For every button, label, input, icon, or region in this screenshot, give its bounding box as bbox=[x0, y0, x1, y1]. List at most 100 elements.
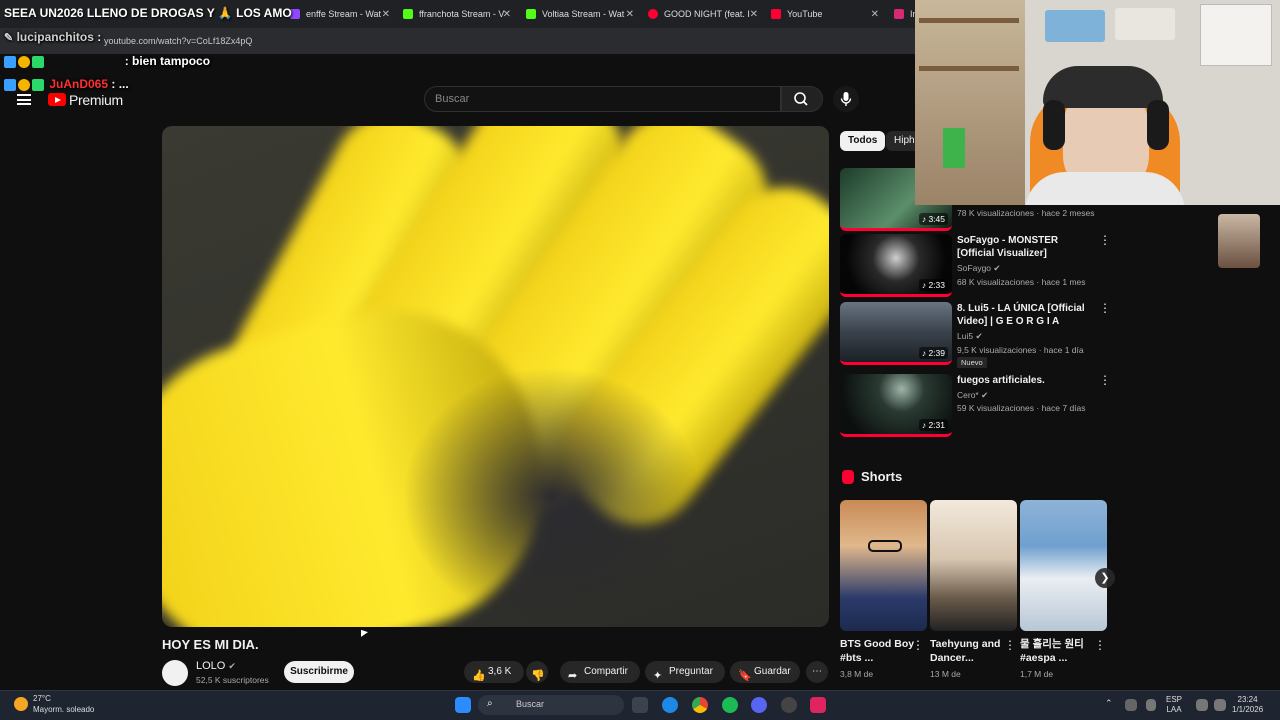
network-icon[interactable] bbox=[1196, 699, 1208, 711]
recommendation-thumbnail[interactable]: ♪ 2:33 bbox=[840, 234, 952, 297]
more-vert-icon[interactable]: ⋮ bbox=[1004, 639, 1016, 651]
close-tab-icon[interactable]: ✕ bbox=[382, 9, 390, 20]
more-vert-icon[interactable]: ⋮ bbox=[912, 639, 924, 651]
close-tab-icon[interactable]: ✕ bbox=[871, 9, 879, 20]
recommendation-thumbnail[interactable]: ♪ 2:31 bbox=[840, 374, 952, 437]
taskbar-search[interactable]: Buscar bbox=[478, 695, 624, 715]
video-title: HOY ES MI DIA. bbox=[162, 637, 259, 652]
volume-icon[interactable] bbox=[1214, 699, 1226, 711]
duration-text: 2:39 bbox=[928, 348, 945, 358]
clock[interactable]: 23:24 1/1/2026 bbox=[1232, 695, 1263, 715]
dislike-button[interactable]: 👎 bbox=[526, 661, 548, 683]
recommendation-channel[interactable]: SoFaygo ✔ bbox=[957, 263, 1001, 274]
poster-detail bbox=[1115, 8, 1175, 40]
video-player[interactable] bbox=[162, 126, 829, 627]
more-vert-icon[interactable]: ⋮ bbox=[1099, 302, 1111, 314]
chat-text: : bbox=[97, 30, 102, 44]
subscribe-button[interactable]: Suscribirme bbox=[284, 661, 354, 683]
short-title[interactable]: Taehyung and Dancer... bbox=[930, 637, 1006, 665]
more-vert-icon[interactable]: ⋮ bbox=[1094, 639, 1106, 651]
channel-avatar[interactable] bbox=[162, 660, 188, 686]
browser-tab[interactable]: YouTube ✕ bbox=[771, 4, 879, 24]
recommendation-channel[interactable]: Lui5 ✔ bbox=[957, 331, 983, 342]
channel-text[interactable]: Cero* bbox=[957, 390, 979, 400]
shirt-detail bbox=[1025, 172, 1185, 205]
recommendation-title[interactable]: fuegos artificiales. bbox=[957, 374, 1097, 387]
tab-label: Voltiaa Stream - Wat bbox=[542, 9, 625, 19]
recommendation-thumbnail[interactable]: ♪ 2:39 bbox=[840, 302, 952, 365]
keyboard-layout: LAA bbox=[1166, 705, 1182, 714]
task-view-icon[interactable] bbox=[632, 697, 648, 713]
edge-icon[interactable] bbox=[662, 697, 678, 713]
chat-message: JuAnD065 : ... bbox=[4, 77, 129, 91]
close-tab-icon[interactable]: ✕ bbox=[626, 9, 634, 20]
badge-icon bbox=[18, 55, 30, 68]
premium-logo-label[interactable]: Premium bbox=[69, 92, 123, 108]
short-title[interactable]: BTS Good Boy #bts ... bbox=[840, 637, 916, 665]
short-title[interactable]: 물 흘리는 원티 #aespa ... bbox=[1020, 637, 1096, 665]
temperature: 27°C bbox=[33, 694, 51, 703]
video-duration: ♪ 2:33 bbox=[918, 279, 948, 291]
youtube-logo-icon[interactable] bbox=[48, 93, 66, 106]
verified-icon: ✔ bbox=[993, 263, 1001, 273]
voice-search-button[interactable] bbox=[833, 86, 859, 112]
channel-text[interactable]: SoFaygo bbox=[957, 263, 991, 273]
thumbs-up-icon: 👍 bbox=[472, 670, 486, 682]
channel-text[interactable]: Lui5 bbox=[957, 331, 973, 341]
chat-message: : bien tampoco bbox=[4, 54, 210, 68]
video-duration: ♪ 2:31 bbox=[918, 419, 948, 431]
headphone-detail bbox=[1043, 100, 1065, 150]
drawing-detail bbox=[1200, 4, 1272, 66]
recommendation-channel[interactable]: Cero* ✔ bbox=[957, 390, 988, 401]
more-vert-icon[interactable]: ⋮ bbox=[1099, 374, 1111, 386]
share-button[interactable]: ➦ Compartir bbox=[560, 661, 640, 683]
tab-label: enffe Stream - Wat bbox=[306, 9, 382, 19]
channel-name-text[interactable]: LOLO bbox=[196, 660, 225, 672]
windows-start-icon[interactable] bbox=[455, 697, 471, 713]
like-button[interactable]: 👍 3,6 K bbox=[464, 661, 524, 683]
language-indicator[interactable]: ESP LAA bbox=[1166, 695, 1182, 715]
channel-name[interactable]: LOLO ✔ bbox=[196, 660, 236, 672]
kick-icon bbox=[403, 9, 413, 19]
youtube-icon bbox=[771, 9, 781, 19]
short-thumbnail[interactable] bbox=[840, 500, 927, 631]
onedrive-icon[interactable] bbox=[1125, 699, 1137, 711]
recommendation-title[interactable]: SoFaygo - MONSTER [Official Visualizer] bbox=[957, 234, 1097, 260]
browser-tab[interactable]: ffranchota Stream - V ✕ bbox=[403, 4, 511, 24]
browser-tab[interactable]: GOOD NIGHT (feat. I ✕ bbox=[648, 4, 758, 24]
tiktok-icon[interactable] bbox=[810, 697, 826, 713]
browser-tab[interactable]: enffe Stream - Wat ✕ bbox=[290, 4, 390, 24]
short-thumbnail[interactable] bbox=[1020, 500, 1107, 631]
shorts-icon bbox=[842, 470, 854, 484]
chat-text: : ... bbox=[111, 77, 129, 91]
close-tab-icon[interactable]: ✕ bbox=[750, 9, 758, 20]
obs-icon[interactable] bbox=[781, 697, 797, 713]
short-thumbnail[interactable] bbox=[930, 500, 1017, 631]
badge-icon bbox=[32, 55, 44, 68]
menu-icon[interactable] bbox=[17, 94, 31, 105]
recommendation-title[interactable]: 8. Lui5 - LA ÚNICA [Official Video] | G … bbox=[957, 302, 1097, 328]
url-text[interactable]: youtube.com/watch?v=CoLf18Zx4pQ bbox=[104, 36, 252, 46]
browser-tab[interactable]: Voltiaa Stream - Wat ✕ bbox=[526, 4, 634, 24]
weather-icon[interactable] bbox=[14, 697, 28, 711]
close-tab-icon[interactable]: ✕ bbox=[503, 9, 511, 20]
microphone-icon[interactable] bbox=[1146, 699, 1156, 711]
shelf-detail bbox=[919, 18, 1019, 23]
chrome-icon[interactable] bbox=[692, 697, 708, 713]
verified-icon: ✔ bbox=[228, 661, 236, 671]
discord-icon[interactable] bbox=[751, 697, 767, 713]
chip-todos[interactable]: Todos bbox=[840, 131, 886, 151]
save-button[interactable]: 🔖 Guardar bbox=[730, 661, 800, 683]
weather-widget[interactable]: 27°C Mayorm. soleado bbox=[33, 693, 94, 715]
search-input[interactable]: Buscar bbox=[424, 86, 781, 112]
spotify-icon[interactable] bbox=[722, 697, 738, 713]
shelf-detail bbox=[919, 66, 1019, 71]
poster-detail bbox=[1045, 10, 1105, 42]
chevron-up-icon[interactable]: ⌃ bbox=[1105, 698, 1113, 709]
more-actions-button[interactable]: ⋯ bbox=[806, 661, 828, 683]
more-vert-icon[interactable]: ⋮ bbox=[1099, 234, 1111, 246]
ask-button[interactable]: ✦ Preguntar bbox=[645, 661, 725, 683]
chevron-right-icon[interactable]: ❯ bbox=[1095, 568, 1115, 588]
search-button[interactable] bbox=[781, 86, 823, 112]
browser-tab[interactable]: In bbox=[894, 4, 916, 24]
